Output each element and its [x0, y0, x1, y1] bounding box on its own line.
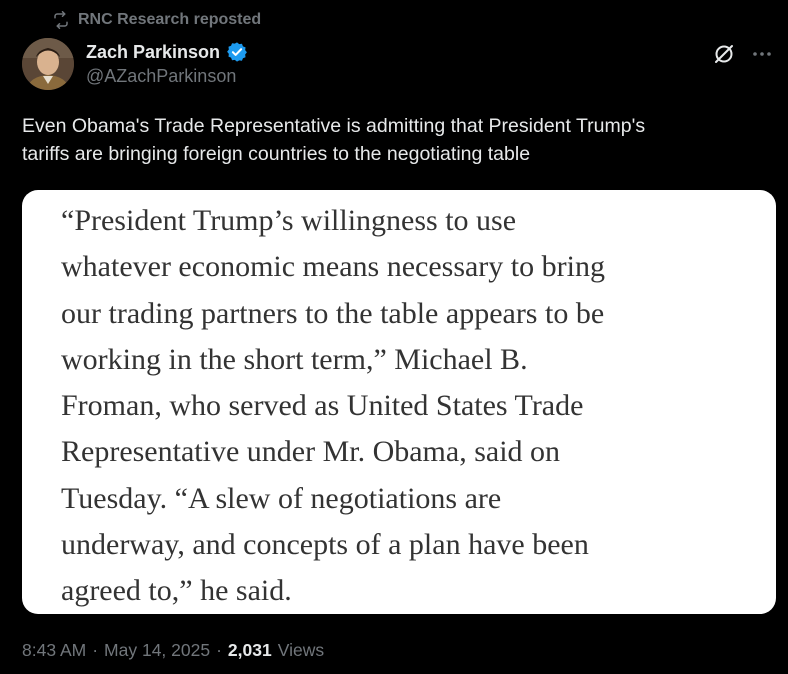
tweet-time[interactable]: 8:43 AM [22, 640, 86, 661]
avatar[interactable] [22, 38, 74, 90]
repost-label: RNC Research reposted [78, 11, 262, 28]
views-label: Views [277, 640, 325, 660]
media-image[interactable]: “President Trump’s willingness to use wh… [22, 190, 776, 614]
grok-icon[interactable] [712, 42, 736, 66]
verified-badge-icon[interactable] [226, 41, 248, 63]
tweet-meta: 8:43 AM · May 14, 2025 · 2,031 Views [22, 640, 324, 661]
meta-separator: · [216, 640, 222, 660]
tweet-date[interactable]: May 14, 2025 [104, 640, 210, 661]
more-icon[interactable] [750, 42, 774, 66]
meta-separator: · [92, 640, 99, 660]
author-handle[interactable]: @AZachParkinson [86, 66, 248, 87]
tweet-actions [712, 42, 774, 66]
quote-text: “President Trump’s willingness to use wh… [61, 204, 605, 608]
repost-indicator[interactable]: RNC Research reposted [52, 9, 261, 31]
views-count: 2,031 [227, 640, 272, 660]
tweet-text: Even Obama's Trade Representative is adm… [22, 115, 646, 165]
repost-icon [52, 11, 70, 29]
author-name[interactable]: Zach Parkinson [86, 42, 220, 63]
author-block[interactable]: Zach Parkinson @AZachParkinson [86, 39, 248, 87]
